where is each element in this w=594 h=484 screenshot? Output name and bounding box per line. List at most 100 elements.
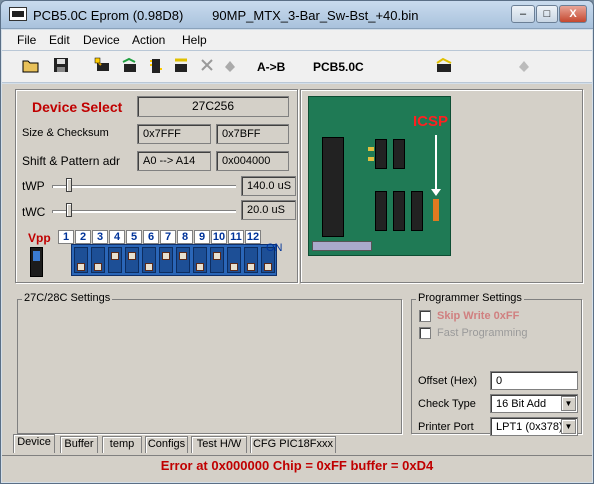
dip-switch-5[interactable] [142,247,156,273]
tab-buffer[interactable]: Buffer [60,436,98,453]
icsp-arrow-head [431,189,441,196]
board-image-panel: ICSP [300,89,583,283]
check-type-select[interactable]: 16 Bit Add ▼ [490,394,578,413]
dip-switch-9[interactable] [210,247,224,273]
menu-action[interactable]: Action [132,33,165,47]
dip-number-2: 2 [75,230,91,244]
dip-switch-knob [94,263,102,271]
dip-number-1: 1 [58,230,74,244]
skip-write-label: Skip Write 0xFF [437,310,520,322]
erase-icon[interactable] [172,57,190,75]
dip-switch-knob [128,252,136,260]
dip-switch-knob [162,252,170,260]
dip-switch-3[interactable] [108,247,122,273]
ic-chip-3 [375,191,387,231]
minimize-button[interactable]: – [511,5,535,23]
pcb-board-image: ICSP [308,96,451,256]
printer-port-select[interactable]: LPT1 (0x378) ▼ [490,417,578,436]
dip-switch-2[interactable] [91,247,105,273]
offset-label: Offset (Hex) [418,375,478,387]
dip-number-8: 8 [177,230,193,244]
dip-on-label: ON [266,242,283,254]
device-panel: Device Select 27C256 Size & Checksum 0x7… [15,89,298,283]
verify-icon[interactable] [147,57,165,75]
save-disk-icon[interactable] [52,57,70,75]
close-button[interactable]: X [559,5,587,23]
ic-chip-4 [393,191,405,231]
tab-cfg-pic18[interactable]: CFG PIC18Fxxx [250,436,336,453]
dip-switch-4[interactable] [125,247,139,273]
client-area: Device Select 27C256 Size & Checksum 0x7… [2,84,592,482]
dip-switch-knob [213,252,221,260]
dip-switch-7[interactable] [176,247,190,273]
skip-write-checkbox[interactable] [419,310,431,322]
shift-pattern-label: Shift & Pattern adr [22,154,121,168]
auto-icon[interactable] [222,57,240,75]
program-chip-icon[interactable] [121,57,139,75]
maximize-button[interactable]: □ [536,5,558,23]
dip-switch-1[interactable] [74,247,88,273]
ic-chip-2 [393,139,405,169]
dip-switch-knob [247,263,255,271]
disabled-icon-1[interactable] [434,57,452,75]
dip-number-11: 11 [228,230,244,244]
dip-number-5: 5 [126,230,142,244]
twp-value: 140.0 uS [241,176,296,196]
menu-help[interactable]: Help [182,33,207,47]
tab-temp[interactable]: temp [102,436,142,453]
dip-number-12: 12 [245,230,261,244]
read-chip-icon[interactable] [94,57,112,75]
dip-switch-knob [77,263,85,271]
offset-input[interactable]: 0 [490,371,578,390]
check-type-label: Check Type [418,398,476,410]
dip-switch-10[interactable] [227,247,241,273]
check-type-value: 16 Bit Add [496,398,547,410]
checksum-field: 0x7BFF [216,124,289,144]
menu-device[interactable]: Device [83,33,120,47]
ic-chip-1 [375,139,387,169]
dip-switch-11[interactable] [244,247,258,273]
twc-slider[interactable] [52,210,236,213]
fast-programming-checkbox[interactable] [419,327,431,339]
twp-slider-thumb[interactable] [66,178,72,192]
blank-check-icon[interactable] [198,57,216,75]
tab-test-hw[interactable]: Test H/W [191,436,247,453]
dip-number-4: 4 [109,230,125,244]
chevron-down-icon[interactable]: ▼ [561,396,576,411]
dip-switch-knob [145,263,153,271]
printer-port-label: Printer Port [418,421,474,433]
ic-chip-5 [411,191,423,231]
tab-configs[interactable]: Configs [145,436,188,453]
dip-switch-6[interactable] [159,247,173,273]
a-to-b-button[interactable]: A->B [257,60,285,74]
icsp-connector [433,199,439,221]
connector-strip [312,241,372,251]
dip-number-10: 10 [211,230,227,244]
capacitor [368,157,374,161]
dip-number-9: 9 [194,230,210,244]
app-icon[interactable] [9,7,27,21]
twp-slider[interactable] [52,185,236,188]
dip-switch-block [71,244,277,276]
fast-programming-label: Fast Programming [437,327,528,339]
chevron-down-icon[interactable]: ▼ [561,419,576,434]
vpp-switch[interactable] [30,247,43,277]
capacitor [368,147,374,151]
board-label: PCB5.0C [313,60,364,74]
device-name-button[interactable]: 27C256 [137,96,289,117]
dip-switch-knob [179,252,187,260]
programmer-settings-group: Programmer Settings Skip Write 0xFF Fast… [411,292,582,436]
eprom-socket [322,137,344,237]
menu-edit[interactable]: Edit [49,33,70,47]
vpp-label: Vpp [28,231,51,245]
open-folder-icon[interactable] [22,57,40,75]
disabled-icon-2[interactable] [516,57,534,75]
dip-switch-8[interactable] [193,247,207,273]
icsp-arrow [435,135,437,193]
title-bar[interactable]: PCB5.0C Eprom (0.98D8) 90MP_MTX_3-Bar_Sw… [1,1,593,29]
dip-switch-knob [111,252,119,260]
twc-slider-thumb[interactable] [66,203,72,217]
menu-file[interactable]: File [17,33,36,47]
settings-group: 27C/28C Settings [17,292,402,434]
tab-device[interactable]: Device [13,434,55,453]
